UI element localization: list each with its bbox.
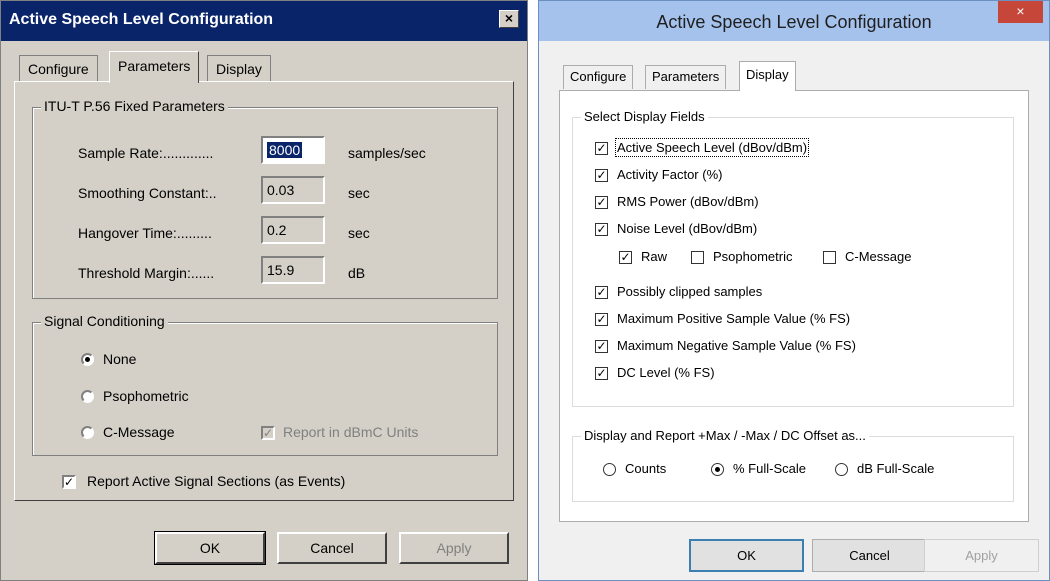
left-apply-button: Apply — [399, 532, 509, 564]
noise-psophometric-checkbox[interactable] — [691, 251, 704, 264]
radio-none-label[interactable]: None — [103, 351, 136, 367]
field-activity-factor-label[interactable]: Activity Factor (%) — [617, 167, 722, 182]
field-active-speech-label[interactable]: Active Speech Level (dBov/dBm) — [614, 138, 810, 157]
close-icon: × — [504, 10, 514, 26]
field-clipped-checkbox[interactable]: ✓ — [595, 286, 608, 299]
noise-raw-checkbox[interactable]: ✓ — [619, 251, 632, 264]
radio-psophometric-label[interactable]: Psophometric — [103, 388, 189, 404]
right-tab-panel: Select Display Fields ✓ Active Speech Le… — [559, 90, 1029, 522]
left-tab-display[interactable]: Display — [207, 55, 271, 82]
sample-rate-input[interactable]: 8000 — [261, 136, 325, 164]
right-cancel-button[interactable]: Cancel — [812, 539, 927, 572]
radio-db-full-scale-label[interactable]: dB Full-Scale — [857, 461, 934, 476]
report-events-checkbox[interactable]: ✓ — [62, 475, 76, 489]
threshold-margin-field: 15.9 — [261, 256, 325, 284]
noise-c-message-label[interactable]: C-Message — [845, 249, 911, 264]
field-rms-power-checkbox[interactable]: ✓ — [595, 196, 608, 209]
noise-c-message-checkbox[interactable] — [823, 251, 836, 264]
smoothing-constant-unit: sec — [348, 185, 370, 201]
report-dbmc-label: Report in dBmC Units — [283, 424, 419, 440]
right-window-title: Active Speech Level Configuration — [656, 12, 932, 32]
right-title-bar[interactable]: Active Speech Level Configuration × — [539, 1, 1049, 41]
noise-psophometric-label[interactable]: Psophometric — [713, 249, 792, 264]
radio-psophometric[interactable] — [81, 390, 94, 403]
field-max-positive-label[interactable]: Maximum Positive Sample Value (% FS) — [617, 311, 850, 326]
left-cancel-button[interactable]: Cancel — [277, 532, 387, 564]
field-noise-level-checkbox[interactable]: ✓ — [595, 223, 608, 236]
hangover-time-unit: sec — [348, 225, 370, 241]
radio-full-scale[interactable] — [711, 463, 724, 476]
radio-c-message[interactable] — [81, 426, 94, 439]
radio-counts-label[interactable]: Counts — [625, 461, 666, 476]
fixed-params-legend: ITU-T P.56 Fixed Parameters — [41, 98, 228, 114]
field-max-positive-checkbox[interactable]: ✓ — [595, 313, 608, 326]
right-apply-button: Apply — [924, 539, 1039, 572]
left-tab-configure[interactable]: Configure — [19, 55, 98, 82]
sample-rate-value: 8000 — [267, 142, 303, 158]
left-window-title: Active Speech Level Configuration — [9, 11, 274, 28]
left-tab-panel: ITU-T P.56 Fixed Parameters Sample Rate:… — [14, 81, 514, 501]
right-close-button[interactable]: × — [998, 1, 1043, 23]
hangover-time-field: 0.2 — [261, 216, 325, 244]
radio-full-scale-label[interactable]: % Full-Scale — [733, 461, 806, 476]
field-dc-level-checkbox[interactable]: ✓ — [595, 367, 608, 380]
field-max-negative-checkbox[interactable]: ✓ — [595, 340, 608, 353]
left-ok-button[interactable]: OK — [154, 531, 266, 565]
radio-c-message-label[interactable]: C-Message — [103, 424, 175, 440]
report-as-legend: Display and Report +Max / -Max / DC Offs… — [581, 428, 869, 443]
smoothing-constant-field: 0.03 — [261, 176, 325, 204]
hangover-time-label: Hangover Time:......... — [78, 225, 212, 241]
field-max-negative-label[interactable]: Maximum Negative Sample Value (% FS) — [617, 338, 856, 353]
radio-db-full-scale[interactable] — [835, 463, 848, 476]
left-tab-parameters[interactable]: Parameters — [109, 51, 200, 83]
left-dialog-window: Active Speech Level Configuration × Conf… — [0, 0, 528, 581]
fixed-params-group: ITU-T P.56 Fixed Parameters Sample Rate:… — [32, 98, 498, 299]
right-dialog-window: Active Speech Level Configuration × Conf… — [538, 0, 1050, 581]
field-noise-level-label[interactable]: Noise Level (dBov/dBm) — [617, 221, 757, 236]
left-title-bar[interactable]: Active Speech Level Configuration × — [1, 1, 527, 41]
report-events-label[interactable]: Report Active Signal Sections (as Events… — [87, 473, 345, 489]
noise-raw-label[interactable]: Raw — [641, 249, 667, 264]
smoothing-constant-label: Smoothing Constant:.. — [78, 185, 217, 201]
radio-none[interactable] — [81, 353, 94, 366]
left-close-button[interactable]: × — [499, 10, 519, 28]
threshold-margin-label: Threshold Margin:...... — [78, 265, 215, 281]
close-icon: × — [1016, 3, 1025, 19]
field-clipped-label[interactable]: Possibly clipped samples — [617, 284, 762, 299]
right-tab-parameters[interactable]: Parameters — [645, 65, 727, 89]
sample-rate-unit: samples/sec — [348, 145, 426, 161]
right-tab-display[interactable]: Display — [739, 61, 796, 91]
field-active-speech-checkbox[interactable]: ✓ — [595, 142, 608, 155]
signal-conditioning-group: Signal Conditioning None Psophometric C-… — [32, 313, 498, 456]
threshold-margin-unit: dB — [348, 265, 366, 281]
display-fields-group: Select Display Fields ✓ Active Speech Le… — [572, 109, 1014, 407]
field-rms-power-label[interactable]: RMS Power (dBov/dBm) — [617, 194, 759, 209]
report-as-group: Display and Report +Max / -Max / DC Offs… — [572, 428, 1014, 502]
display-fields-legend: Select Display Fields — [581, 109, 708, 124]
sample-rate-label: Sample Rate:............. — [78, 145, 214, 161]
right-ok-button[interactable]: OK — [689, 539, 804, 572]
report-dbmc-checkbox: ✓ — [261, 426, 275, 440]
field-dc-level-label[interactable]: DC Level (% FS) — [617, 365, 715, 380]
radio-counts[interactable] — [603, 463, 616, 476]
field-activity-factor-checkbox[interactable]: ✓ — [595, 169, 608, 182]
right-tab-configure[interactable]: Configure — [563, 65, 634, 89]
signal-conditioning-legend: Signal Conditioning — [41, 313, 168, 329]
